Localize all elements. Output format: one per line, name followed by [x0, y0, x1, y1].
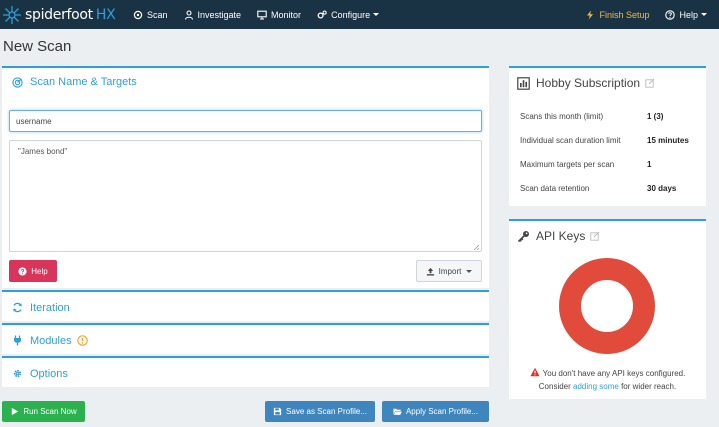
subscription-header: Hobby Subscription: [509, 68, 706, 98]
nav-investigate[interactable]: Investigate: [176, 0, 250, 29]
gear-icon: [13, 369, 22, 378]
nav-scan[interactable]: Scan: [125, 0, 176, 29]
cogs-icon: [317, 9, 327, 19]
subscription-row-value: 15 minutes: [647, 135, 689, 145]
subscription-row-value: 30 days: [647, 183, 677, 193]
subscription-row: Scans this month (limit) 1 (3): [509, 104, 706, 128]
question-circle-icon: [665, 9, 676, 20]
nav-help[interactable]: Help: [657, 0, 719, 29]
bolt-icon: [587, 10, 594, 19]
subscription-title: Hobby Subscription: [536, 76, 641, 90]
brand-name: spiderfoot HX: [25, 6, 116, 23]
subscription-row-value: 1 (3): [647, 111, 664, 121]
crosshair-icon: [133, 10, 143, 19]
chevron-down-icon: [373, 13, 380, 16]
modules-header[interactable]: Modules: [2, 325, 489, 356]
spider-logo-icon: [3, 5, 21, 24]
api-keys-donut-chart: [559, 258, 655, 354]
api-consider-text: Consider: [538, 382, 571, 391]
apply-scan-profile-button[interactable]: Apply Scan Profile...: [382, 401, 489, 422]
subscription-row-key: Scan data retention: [520, 183, 590, 193]
monitor-icon: [257, 10, 267, 20]
top-navbar: spiderfoot HX Scan Investigate Monitor Co…: [0, 0, 719, 29]
subscription-row-key: Maximum targets per scan: [520, 159, 615, 169]
play-icon: [12, 407, 19, 416]
subscription-row: Individual scan duration limit 15 minute…: [509, 128, 706, 152]
scan-name-input[interactable]: [9, 110, 482, 132]
options-title: Options: [30, 367, 68, 380]
import-button[interactable]: Import: [416, 260, 482, 282]
nav-configure[interactable]: Configure: [309, 0, 387, 29]
nav-finish-setup[interactable]: Finish Setup: [577, 0, 657, 29]
api-keys-warning: You don't have any API keys configured. …: [509, 367, 706, 393]
edit-icon[interactable]: [645, 78, 655, 88]
help-button[interactable]: Help: [9, 260, 57, 282]
subscription-details: Scans this month (limit) 1 (3) Individua…: [509, 104, 706, 200]
refresh-icon: [13, 302, 22, 313]
api-warning-text: You don't have any API keys configured.: [542, 369, 686, 378]
key-icon: [517, 230, 529, 242]
plug-icon: [14, 335, 21, 346]
iteration-panel: Iteration: [2, 290, 489, 321]
run-scan-button[interactable]: Run Scan Now: [2, 401, 85, 422]
subscription-row: Scan data retention 30 days: [509, 176, 706, 200]
save-scan-profile-button[interactable]: Save as Scan Profile...: [265, 401, 375, 422]
run-scan-label: Run Scan Now: [23, 407, 77, 416]
scan-targets-header[interactable]: Scan Name & Targets: [2, 68, 489, 96]
nav-monitor[interactable]: Monitor: [249, 0, 309, 29]
api-keys-header: API Keys: [509, 221, 706, 251]
nav-help-label: Help: [679, 9, 698, 20]
modules-title: Modules: [30, 334, 72, 347]
dashboard-icon: [517, 76, 530, 90]
api-keys-title: API Keys: [536, 229, 586, 243]
save-scan-profile-label: Save as Scan Profile...: [286, 407, 367, 416]
modules-panel: Modules: [2, 323, 489, 354]
nav-investigate-label: Investigate: [197, 9, 242, 20]
nav-configure-label: Configure: [331, 9, 371, 20]
floppy-disk-icon: [273, 407, 282, 416]
question-circle-icon: [18, 266, 27, 276]
subscription-row-value: 1: [647, 159, 652, 169]
subscription-panel: Hobby Subscription Scans this month (lim…: [509, 66, 706, 206]
api-keys-panel: API Keys You don't have any API keys con…: [509, 219, 706, 399]
subscription-row-key: Individual scan duration limit: [520, 135, 621, 145]
nav-scan-label: Scan: [147, 9, 168, 20]
chevron-down-icon: [466, 269, 473, 273]
brand-logo-link[interactable]: spiderfoot HX: [0, 5, 125, 25]
warning-triangle-icon: [530, 367, 540, 377]
scan-targets-panel: Scan Name & Targets "James bond" Help Im…: [2, 66, 489, 288]
api-wider-reach-text: for wider reach.: [621, 382, 677, 391]
iteration-header[interactable]: Iteration: [2, 292, 489, 323]
options-panel: Options: [2, 356, 489, 387]
nav-finish-setup-label: Finish Setup: [599, 9, 650, 20]
folder-open-icon: [393, 408, 402, 415]
page-title: New Scan: [3, 38, 72, 55]
chevron-down-icon: [701, 13, 707, 16]
radar-icon: [12, 76, 23, 88]
apply-scan-profile-label: Apply Scan Profile...: [405, 407, 479, 416]
iteration-title: Iteration: [30, 301, 70, 314]
user-search-icon: [184, 9, 193, 20]
import-button-label: Import: [438, 266, 462, 276]
help-button-label: Help: [31, 266, 48, 276]
upload-icon: [426, 267, 434, 276]
edit-icon[interactable]: [590, 231, 600, 241]
options-header[interactable]: Options: [2, 358, 489, 389]
scan-targets-title: Scan Name & Targets: [30, 76, 137, 88]
scan-targets-textarea[interactable]: "James bond": [9, 140, 482, 252]
resize-handle-icon[interactable]: [472, 243, 480, 251]
subscription-row: Maximum targets per scan 1: [509, 152, 706, 176]
adding-api-keys-link[interactable]: adding some: [573, 382, 619, 391]
donut-ring: [559, 258, 655, 354]
exclamation-circle-icon: [76, 335, 88, 346]
subscription-row-key: Scans this month (limit): [520, 111, 604, 121]
nav-monitor-label: Monitor: [271, 9, 302, 20]
